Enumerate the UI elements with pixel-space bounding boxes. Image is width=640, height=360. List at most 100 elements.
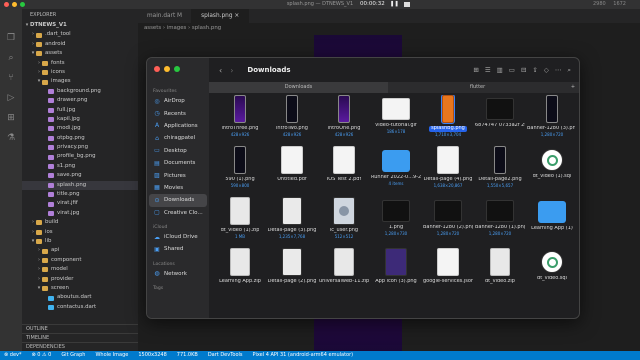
file-item[interactable]: Banner-1280 (2).png 1,280×720 [423,197,473,246]
tab-downloads[interactable]: Downloads [209,82,388,93]
tab-flutter[interactable]: flutter [388,82,567,93]
tree-item[interactable]: privacy.png [22,143,138,152]
dependencies-section[interactable]: DEPENDENCIES [22,342,138,351]
file-item[interactable]: introTwo.png 428×926 [267,95,317,144]
sidebar-item[interactable]: ▦ Movies [147,182,209,194]
tree-item[interactable]: modi.jpg [22,124,138,133]
file-item[interactable]: video-tutorial.gif 186×178 [371,95,421,144]
stop-icon[interactable] [403,2,410,7]
sidebar-item[interactable]: ◎ AirDrop [147,95,209,107]
tree-item[interactable]: otpbg.png [22,134,138,143]
tree-item[interactable]: › ios [22,228,138,237]
tree-item[interactable]: title.png [22,190,138,199]
file-item[interactable]: dt_video (1).sql [527,146,575,195]
tab-main-dart[interactable]: main.dart M [138,9,193,23]
tree-item[interactable]: ▾ lib [22,237,138,246]
tree-item[interactable]: ▾ images [22,77,138,86]
gallery-view-icon[interactable]: ▭ [509,66,515,74]
tag-icon[interactable]: ◇ [544,66,549,74]
file-item[interactable]: splashBg.png 1,710×3,704 [423,95,473,144]
close-icon[interactable] [4,2,9,7]
file-item[interactable]: Runner 2022-0...9-29-064 items [371,146,421,195]
tree-item[interactable]: virat.jpg [22,209,138,218]
tree-item[interactable]: contactus.dart [22,303,138,312]
sidebar-item[interactable]: ▤ Documents [147,157,209,169]
file-item[interactable]: dt_video (1).zip 1 MB [215,197,265,246]
extensions-icon[interactable]: ⊞ [7,113,15,123]
testing-icon[interactable]: ⚗ [7,133,15,143]
file-item[interactable]: Untitled.pdf [267,146,317,195]
forward-icon[interactable]: › [230,66,233,75]
source-control-icon[interactable]: ⑂ [8,73,13,83]
tree-item[interactable]: profile_bg.png [22,152,138,161]
pause-icon[interactable]: ❚❚ [390,0,399,9]
close-icon[interactable] [154,66,160,72]
tree-item[interactable]: aboutus.dart [22,293,138,302]
file-item[interactable]: IOS Test 2.pdf [319,146,369,195]
file-item[interactable]: Banner-1280 (1).png 1,280×720 [475,197,525,246]
project-root[interactable]: ▾ DTNEWS_V1 [22,21,138,30]
file-item[interactable]: App icon (3).png [371,248,421,297]
tree-item[interactable]: background.png [22,87,138,96]
status-item[interactable]: Git Graph [61,351,85,360]
tree-item[interactable]: ▾ screen [22,284,138,293]
status-item[interactable]: Whole Image [95,351,128,360]
column-view-icon[interactable]: ▥ [497,66,503,74]
file-item[interactable]: Learning App (1) [527,197,575,246]
minimize-icon[interactable] [164,66,170,72]
tree-item[interactable]: splash.png [22,180,138,191]
files-icon[interactable]: ❐ [7,33,15,43]
tree-item[interactable]: › model [22,265,138,274]
tab-splash-png[interactable]: splash.png × [192,9,250,23]
tree-item[interactable]: › android [22,40,138,49]
grid-view-icon[interactable]: ⊞ [473,66,478,74]
recording-controls[interactable]: 00:00:32 ❚❚ [360,0,410,9]
sidebar-item[interactable]: ▭ Desktop [147,145,209,157]
sidebar-item[interactable]: ◷ Recents [147,107,209,119]
tree-item[interactable]: › .dart_tool [22,30,138,39]
maximize-icon[interactable] [174,66,180,72]
status-item[interactable]: Pixel 4 API 31 (android-arm64 emulator) [253,351,354,360]
sidebar-item[interactable]: ☁ iCloud Drive [147,231,209,243]
tree-item[interactable]: drawer.png [22,96,138,105]
status-item[interactable]: ⊗ dev* [4,351,22,360]
sidebar-item[interactable]: ▨ Pictures [147,169,209,181]
maximize-icon[interactable] [20,2,25,7]
status-item[interactable]: ⊗ 0 ⚠ 0 [32,351,52,360]
share-icon[interactable]: ⇪ [532,66,537,74]
file-item[interactable]: introThree.png 428×926 [215,95,265,144]
tree-item[interactable]: ▾ assets [22,49,138,58]
more-icon[interactable]: ⋯ [555,66,562,74]
tree-item[interactable]: › fonts [22,59,138,68]
minimize-icon[interactable] [12,2,17,7]
file-item[interactable]: Detail-page (4).png 1,638×20,867 [423,146,473,195]
list-view-icon[interactable]: ☰ [485,66,491,74]
tree-item[interactable]: kapil.jpg [22,115,138,124]
file-item[interactable]: google-services.json [423,248,473,297]
status-item[interactable]: Dart DevTools [208,351,243,360]
tree-item[interactable]: › icons [22,68,138,77]
sidebar-item[interactable]: ▢ Creative Clo... [147,207,209,219]
tree-item[interactable]: › api [22,246,138,255]
search-icon[interactable]: ⌕ [567,66,571,75]
sidebar-item[interactable]: ◍ Network [147,268,209,280]
file-item[interactable]: dt_video.zip [475,248,525,297]
file-item[interactable]: Banner-1280 (3).png 1,280×720 [527,95,575,144]
timeline-section[interactable]: TIMELINE [22,333,138,342]
file-item[interactable]: dt_video.sql [527,248,575,297]
file-item[interactable]: 6874747 0733a2f 2f692e...6966.gif [475,95,525,144]
file-item[interactable]: introOne.png 428×926 [319,95,369,144]
sidebar-item[interactable]: A Applications [147,120,209,132]
file-item[interactable]: Detail-page (3).png 1,235×7,768 [267,197,317,246]
run-debug-icon[interactable]: ▷ [8,93,15,103]
tree-item[interactable]: › build [22,218,138,227]
sidebar-item[interactable]: ▣ Shared [147,243,209,255]
file-item[interactable]: 590 (1).png 590×800 [215,146,265,195]
file-item[interactable]: 1.png 1,280×730 [371,197,421,246]
back-icon[interactable]: ‹ [219,66,222,75]
status-item[interactable]: 771.0KB [177,351,198,360]
tree-item[interactable]: full.jpg [22,106,138,115]
tree-item[interactable]: save.png [22,171,138,180]
tree-item[interactable]: › provider [22,275,138,284]
file-item[interactable]: Detail-page (2).png [267,248,317,297]
